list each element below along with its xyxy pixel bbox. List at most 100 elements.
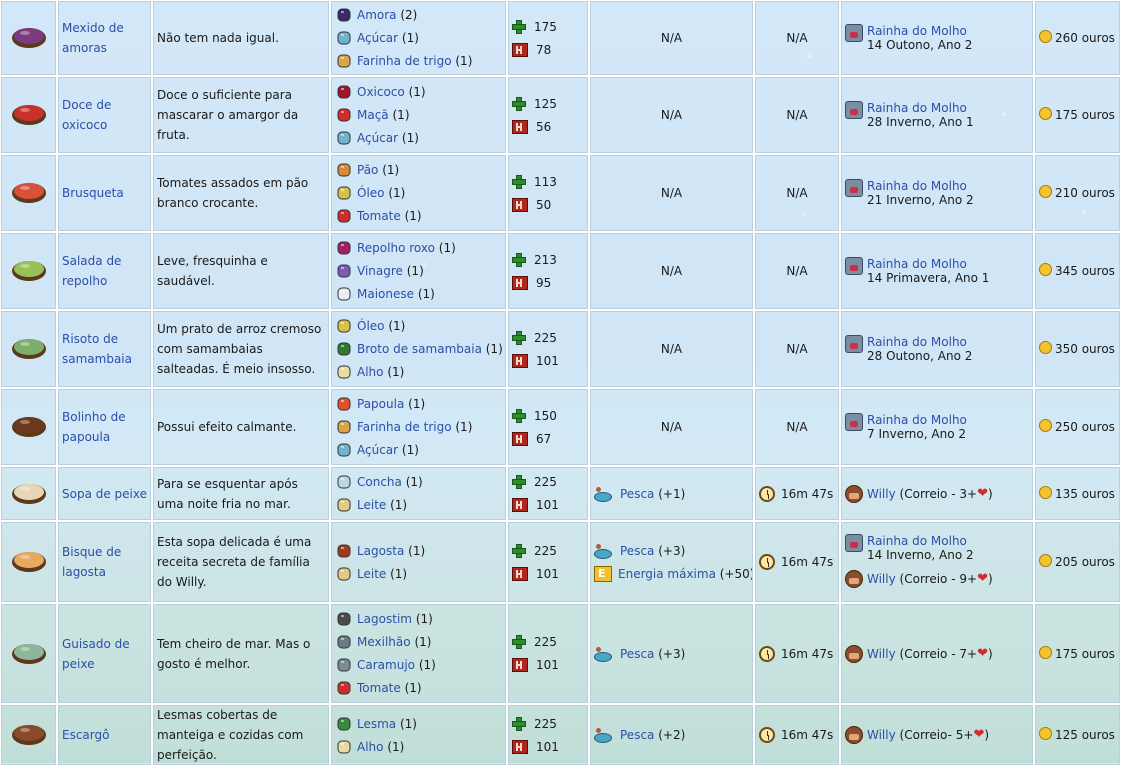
ingredient-qty: (1): [404, 681, 422, 695]
source-queen-of-sauce: Rainha do Molho 21 Inverno, Ano 2: [845, 179, 1029, 207]
source-text: Rainha do Molho 28 Outono, Ano 2: [867, 335, 972, 363]
ingredient-link[interactable]: Maionese: [357, 284, 414, 304]
buff-link[interactable]: Energia máxima: [618, 564, 716, 584]
ingredient-link[interactable]: Mexilhão: [357, 632, 411, 652]
recipe-name-link[interactable]: Escargô: [57, 704, 152, 766]
health-stat: 78: [512, 38, 584, 61]
ingredient-link[interactable]: Maçã: [357, 105, 389, 125]
ingredient-item: Açúcar (1): [335, 439, 502, 462]
ingredient-qty: (1): [417, 287, 435, 301]
queen-of-sauce-link[interactable]: Rainha do Molho: [867, 413, 967, 427]
queen-of-sauce-link[interactable]: Rainha do Molho: [867, 179, 974, 193]
queen-of-sauce-link[interactable]: Rainha do Molho: [867, 24, 972, 38]
source-date: 14 Outono, Ano 2: [867, 38, 973, 52]
recipe-icon-cell: [0, 76, 57, 154]
ingredient-link[interactable]: Óleo: [357, 316, 385, 336]
ingredient-link[interactable]: Papoula: [357, 394, 404, 414]
buff-link[interactable]: Pesca: [620, 644, 654, 664]
fiddlehead-risotto-icon[interactable]: [9, 331, 49, 361]
ingredient-link[interactable]: Pão: [357, 160, 378, 180]
ingredient-link[interactable]: Alho: [357, 362, 384, 382]
blackberry-cobbler-icon[interactable]: [9, 20, 49, 50]
recipe-name-link[interactable]: Bolinho de papoula: [57, 388, 152, 466]
cranberry-candy-icon[interactable]: [9, 97, 49, 127]
recipe-name-link[interactable]: Mexido de amoras: [57, 0, 152, 76]
bruschetta-icon[interactable]: [9, 175, 49, 205]
recipe-name-link[interactable]: Sopa de peixe: [57, 466, 152, 521]
energy-value: 225: [534, 475, 557, 489]
ingredient-link[interactable]: Leite: [357, 564, 386, 584]
ingredient-link[interactable]: Lagosta: [357, 541, 404, 561]
recipe-name-link[interactable]: Doce de oxicoco: [57, 76, 152, 154]
ingredient-link[interactable]: Broto de samambaia: [357, 339, 482, 359]
ingredient-icon: [335, 715, 353, 733]
table-row: Mexido de amoras Não tem nada igual. Amora…: [0, 0, 1121, 76]
recipe-name-link[interactable]: Bisque de lagosta: [57, 521, 152, 603]
ingredient-link[interactable]: Repolho roxo: [357, 238, 435, 258]
energy-value: 175: [534, 19, 557, 34]
price-cell: 125 ouros: [1034, 704, 1121, 766]
willy-link[interactable]: Willy: [867, 484, 896, 504]
fish-stew-icon[interactable]: [9, 636, 49, 666]
queen-of-sauce-link[interactable]: Rainha do Molho: [867, 335, 972, 349]
ingredient-icon: [335, 83, 353, 101]
energy-stat: 113: [512, 170, 584, 193]
ingredient-link[interactable]: Açúcar: [357, 128, 398, 148]
recipe-name-link[interactable]: Guisado de peixe: [57, 603, 152, 704]
buff-cell: N/A: [589, 154, 754, 232]
ingredient-qty: (1): [392, 108, 410, 122]
buff-link[interactable]: Pesca: [620, 484, 654, 504]
duration-cell: N/A: [754, 232, 840, 310]
recipe-name-link[interactable]: Brusqueta: [57, 154, 152, 232]
health-value: 67: [536, 431, 552, 446]
ingredients-cell: Pão (1) Óleo (1) Tomate (1): [330, 154, 507, 232]
ingredient-link[interactable]: Óleo: [357, 183, 385, 203]
ingredient-qty: (1): [414, 635, 432, 649]
ingredient-link[interactable]: Alho: [357, 737, 384, 757]
ingredient-item: Repolho roxo (1): [335, 237, 502, 260]
recipe-name-link[interactable]: Salada de repolho: [57, 232, 152, 310]
buff-link[interactable]: Pesca: [620, 541, 654, 561]
ingredient-link[interactable]: Leite: [357, 495, 386, 515]
ingredient-link[interactable]: Açúcar: [357, 440, 398, 460]
ingredient-link[interactable]: Oxicoco: [357, 82, 405, 102]
ingredient-link[interactable]: Farinha de trigo: [357, 51, 452, 71]
queen-of-sauce-link[interactable]: Rainha do Molho: [867, 534, 974, 548]
energy-icon: [512, 475, 526, 489]
recipe-name-link[interactable]: Risoto de samambaia: [57, 310, 152, 388]
lobster-bisque-icon[interactable]: [9, 544, 49, 574]
ingredient-link[interactable]: Amora: [357, 5, 397, 25]
willy-portrait-icon: [845, 570, 863, 588]
stats-cell: 225 101: [507, 603, 589, 704]
willy-link[interactable]: Willy: [867, 725, 896, 745]
ingredient-link[interactable]: Tomate: [357, 206, 401, 226]
queen-of-sauce-link[interactable]: Rainha do Molho: [867, 257, 989, 271]
chowder-icon[interactable]: [9, 476, 49, 506]
coleslaw-icon[interactable]: [9, 253, 49, 283]
price-value: 210 ouros: [1055, 186, 1115, 200]
buff-value: (+1): [658, 486, 686, 501]
ingredient-link[interactable]: Farinha de trigo: [357, 417, 452, 437]
ingredient-link[interactable]: Concha: [357, 472, 402, 492]
ingredients-cell: Lesma (1) Alho (1): [330, 704, 507, 766]
queen-of-sauce-link[interactable]: Rainha do Molho: [867, 101, 974, 115]
energy-icon: [512, 19, 526, 34]
willy-link[interactable]: Willy: [867, 569, 896, 589]
recipe-icon-cell: [0, 0, 57, 76]
price-value: 250 ouros: [1055, 420, 1115, 434]
ingredient-link[interactable]: Lesma: [357, 714, 396, 734]
escargot-icon[interactable]: [9, 717, 49, 747]
ingredient-link[interactable]: Vinagre: [357, 261, 403, 281]
buff-na: N/A: [660, 264, 683, 278]
ingredient-link[interactable]: Lagostim: [357, 609, 412, 629]
ingredient-link[interactable]: Açúcar: [357, 28, 398, 48]
source-cell: Rainha do Molho 14 Primavera, Ano 1: [840, 232, 1034, 310]
ingredient-link[interactable]: Tomate: [357, 678, 401, 698]
gold-coin-icon: [1039, 263, 1052, 276]
poppyseed-muffin-icon[interactable]: [9, 409, 49, 439]
willy-link[interactable]: Willy: [867, 644, 896, 664]
ingredient-link[interactable]: Caramujo: [357, 655, 415, 675]
ingredient-qty: (1): [455, 54, 473, 68]
buff-link[interactable]: Pesca: [620, 725, 654, 745]
duration-na: N/A: [786, 342, 808, 356]
